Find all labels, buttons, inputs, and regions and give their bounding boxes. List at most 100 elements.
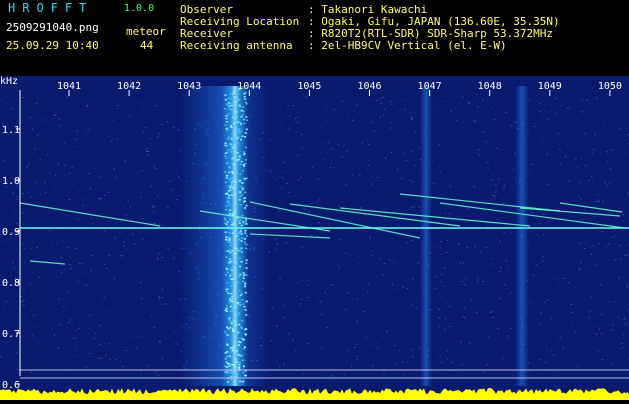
noise-dot — [459, 244, 461, 245]
noise-dot — [274, 179, 276, 180]
noise-dot — [31, 265, 33, 266]
noise-dot — [59, 126, 61, 127]
band-dot — [229, 93, 231, 95]
noise-dot — [611, 237, 613, 238]
noise-dot — [449, 326, 451, 327]
noise-dot — [601, 314, 603, 315]
band-dot — [235, 101, 237, 103]
noise-dot — [291, 274, 293, 275]
noise-dot — [402, 278, 404, 279]
noise-dot — [166, 138, 168, 139]
noise-dot — [615, 159, 617, 160]
band-dot — [226, 308, 228, 310]
noise-dot — [407, 361, 409, 362]
band-dot — [232, 114, 234, 116]
band-dot — [246, 301, 248, 303]
band-dot — [224, 331, 226, 333]
noise-dot — [438, 372, 440, 373]
noise-dot — [339, 267, 341, 268]
noise-dot — [451, 362, 453, 363]
noise-dot — [393, 259, 395, 260]
noise-dot — [39, 277, 41, 278]
noise-dot — [159, 296, 161, 297]
noise-dot — [102, 238, 104, 239]
noise-dot — [303, 106, 305, 107]
noise-dot — [602, 350, 604, 351]
noise-dot — [559, 281, 561, 282]
noise-dot — [411, 349, 413, 350]
noise-dot — [363, 295, 365, 296]
noise-dot — [572, 320, 574, 321]
noise-dot — [411, 305, 413, 306]
noise-dot — [576, 121, 578, 122]
noise-dot — [160, 301, 162, 302]
noise-dot — [319, 300, 321, 301]
noise-dot — [612, 325, 614, 326]
band-dot — [234, 309, 236, 311]
noise-dot — [95, 130, 97, 131]
noise-dot — [105, 286, 107, 287]
noise-dot — [294, 287, 296, 288]
noise-dot — [76, 100, 78, 101]
noise-dot — [416, 262, 418, 263]
noise-dot — [509, 339, 511, 340]
noise-dot — [308, 197, 310, 198]
noise-dot — [179, 271, 181, 272]
noise-dot — [491, 157, 493, 158]
noise-dot — [132, 243, 134, 244]
band-dot — [242, 281, 244, 283]
noise-dot — [27, 174, 29, 175]
noise-dot — [297, 155, 299, 156]
noise-dot — [285, 243, 287, 244]
noise-dot — [27, 104, 29, 105]
noise-dot — [80, 272, 82, 273]
noise-dot — [138, 201, 140, 202]
noise-dot — [372, 337, 374, 338]
band-dot — [235, 124, 237, 126]
noise-dot — [10, 275, 12, 276]
band-dot — [234, 94, 236, 96]
noise-dot — [119, 135, 121, 136]
noise-dot — [475, 351, 477, 352]
noise-dot — [535, 224, 537, 225]
band-dot — [226, 269, 228, 271]
noise-dot — [596, 253, 598, 254]
noise-dot — [12, 262, 14, 263]
noise-dot — [342, 336, 344, 337]
noise-dot — [21, 97, 23, 98]
noise-dot — [499, 375, 501, 376]
noise-dot — [622, 283, 624, 284]
noise-dot — [81, 199, 83, 200]
noise-dot — [92, 255, 94, 256]
band-dot — [232, 331, 234, 333]
noise-dot — [437, 352, 439, 353]
noise-dot — [115, 359, 117, 360]
noise-dot — [537, 235, 539, 236]
noise-dot — [593, 348, 595, 349]
noise-dot — [619, 235, 621, 236]
band-dot — [235, 125, 237, 127]
noise-dot — [297, 122, 299, 123]
noise-dot — [546, 351, 548, 352]
band-dot — [231, 194, 233, 196]
noise-dot — [496, 239, 498, 240]
noise-dot — [365, 337, 367, 338]
noise-dot — [541, 101, 543, 102]
noise-dot — [113, 168, 115, 169]
noise-dot — [330, 279, 332, 280]
noise-dot — [356, 344, 358, 345]
noise-dot — [136, 231, 138, 232]
noise-dot — [555, 131, 557, 132]
band-dot — [230, 148, 232, 150]
noise-dot — [374, 171, 376, 172]
noise-dot — [614, 260, 616, 261]
noise-dot — [345, 185, 347, 186]
noise-dot — [23, 97, 25, 98]
noise-dot — [22, 268, 24, 269]
noise-dot — [13, 268, 15, 269]
noise-dot — [480, 252, 482, 253]
band-dot — [244, 201, 246, 203]
band-dot — [225, 358, 227, 360]
noise-dot — [178, 130, 180, 131]
noise-dot — [605, 265, 607, 266]
